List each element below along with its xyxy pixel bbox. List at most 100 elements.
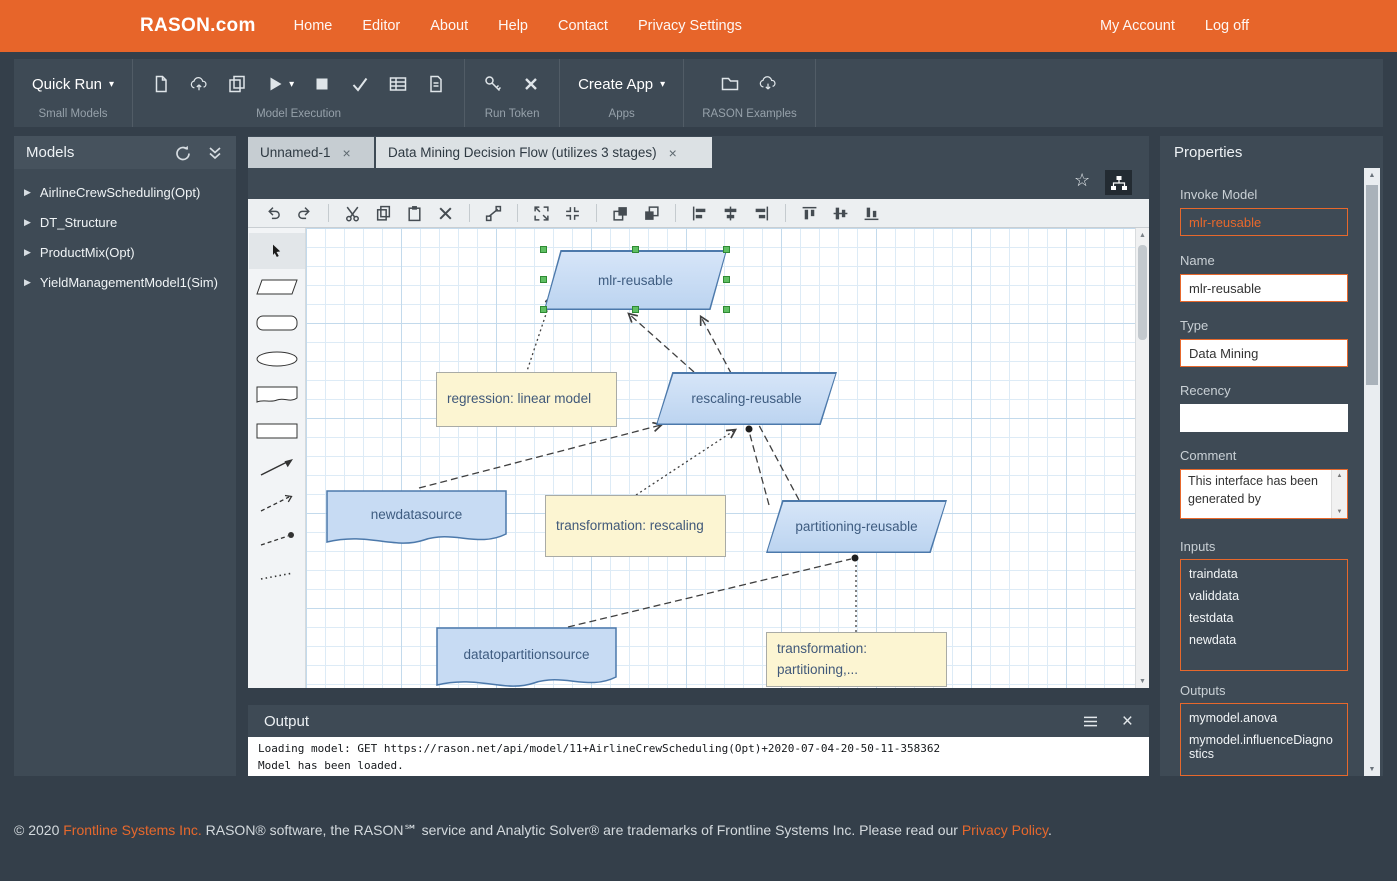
nav-contact[interactable]: Contact (558, 18, 608, 34)
paste-icon[interactable] (406, 205, 423, 222)
inputs-item-traindata[interactable]: traindata (1181, 563, 1347, 585)
tab-unnamed-1[interactable]: Unnamed-1 × (248, 137, 374, 168)
shape-ellipse-tool[interactable] (249, 341, 305, 377)
node-datatopartitionsource[interactable]: datatopartitionsource (436, 627, 617, 688)
inputs-item-validdata[interactable]: validdata (1181, 585, 1347, 607)
invoke-model-field[interactable]: mlr-reusable (1180, 208, 1348, 236)
key-icon[interactable] (483, 74, 503, 94)
model-item-airlinecrewscheduling[interactable]: ▶AirlineCrewScheduling(Opt) (14, 177, 236, 207)
refresh-icon[interactable] (174, 144, 192, 162)
scrollbar-thumb[interactable] (1366, 185, 1378, 385)
align-center-icon[interactable] (722, 205, 739, 222)
align-left-icon[interactable] (691, 205, 708, 222)
collapse-icon[interactable] (564, 205, 581, 222)
cloud-upload-icon[interactable] (189, 74, 209, 94)
scroll-down-icon[interactable]: ▼ (1136, 674, 1149, 688)
footer-company-link[interactable]: Frontline Systems Inc. (63, 822, 202, 838)
tree-expand-icon[interactable]: ▶ (24, 277, 31, 288)
shape-data-tool[interactable] (249, 377, 305, 413)
create-app-button[interactable]: Create App ▾ (578, 76, 665, 93)
node-transformation-rescaling[interactable]: transformation: rescaling (545, 495, 726, 557)
align-bottom-icon[interactable] (863, 205, 880, 222)
inputs-item-newdata[interactable]: newdata (1181, 629, 1347, 651)
name-field[interactable] (1180, 274, 1348, 302)
model-item-dt-structure[interactable]: ▶DT_Structure (14, 207, 236, 237)
tab-data-mining-decision-flow[interactable]: Data Mining Decision Flow (utilizes 3 st… (376, 137, 712, 168)
connector-dashed-tool[interactable] (249, 485, 305, 521)
align-right-icon[interactable] (753, 205, 770, 222)
comment-scrollbar[interactable]: ▲ ▼ (1331, 470, 1347, 518)
cloud-examples-icon[interactable] (758, 74, 778, 94)
tree-expand-icon[interactable]: ▶ (24, 247, 31, 258)
selection-handle[interactable] (540, 246, 547, 253)
model-item-yieldmanagement[interactable]: ▶YieldManagementModel1(Sim) (14, 267, 236, 297)
copy-icon[interactable] (375, 205, 392, 222)
nav-about[interactable]: About (430, 18, 468, 34)
stop-icon[interactable] (312, 74, 332, 94)
close-tab-icon[interactable]: × (669, 145, 677, 161)
quick-run-button[interactable]: Quick Run ▾ (32, 76, 114, 93)
comment-field[interactable]: This interface has been generated by ▲ ▼ (1180, 469, 1348, 519)
flow-view-button[interactable] (1105, 170, 1132, 195)
check-icon[interactable] (350, 74, 370, 94)
undo-icon[interactable] (265, 205, 282, 222)
selection-handle[interactable] (632, 246, 639, 253)
close-tab-icon[interactable]: × (343, 145, 351, 161)
align-middle-icon[interactable] (832, 205, 849, 222)
output-close-icon[interactable]: × (1122, 712, 1133, 731)
selection-handle[interactable] (723, 276, 730, 283)
node-mlr-reusable[interactable]: mlr-reusable (544, 250, 727, 310)
clear-token-icon[interactable] (521, 74, 541, 94)
diagram-canvas[interactable]: mlr-reusable regression: linear model re… (306, 228, 1135, 688)
selection-handle[interactable] (723, 306, 730, 313)
properties-scrollbar[interactable]: ▲ ▼ (1364, 168, 1380, 776)
redo-icon[interactable] (296, 205, 313, 222)
nav-editor[interactable]: Editor (362, 18, 400, 34)
inputs-item-testdata[interactable]: testdata (1181, 607, 1347, 629)
connector-solid-tool[interactable] (249, 449, 305, 485)
run-icon[interactable] (265, 74, 285, 94)
cut-icon[interactable] (344, 205, 361, 222)
node-rescaling-reusable[interactable]: rescaling-reusable (656, 372, 837, 425)
node-transformation-partitioning[interactable]: transformation: partitioning,... (766, 632, 947, 687)
delete-icon[interactable] (437, 205, 454, 222)
selection-handle[interactable] (723, 246, 730, 253)
canvas-scrollbar[interactable]: ▲ ▼ (1135, 228, 1149, 688)
outputs-item-influence-diagnostics[interactable]: mymodel.influenceDiagnostics (1181, 729, 1347, 765)
shape-parallelogram-tool[interactable] (249, 269, 305, 305)
bring-front-icon[interactable] (612, 205, 629, 222)
selection-handle[interactable] (540, 276, 547, 283)
model-item-productmix[interactable]: ▶ProductMix(Opt) (14, 237, 236, 267)
tree-expand-icon[interactable]: ▶ (24, 187, 31, 198)
star-icon[interactable]: ☆ (1074, 171, 1090, 189)
run-options-caret-icon[interactable]: ▾ (289, 79, 294, 90)
connector-route-icon[interactable] (485, 205, 502, 222)
file-text-icon[interactable] (426, 74, 446, 94)
recency-field[interactable] (1180, 404, 1348, 432)
connector-dot-tool[interactable] (249, 521, 305, 557)
outputs-item-anova[interactable]: mymodel.anova (1181, 707, 1347, 729)
shape-rect-tool[interactable] (249, 413, 305, 449)
type-field[interactable] (1180, 339, 1348, 367)
pointer-tool[interactable] (249, 233, 305, 269)
nav-my-account[interactable]: My Account (1100, 18, 1175, 34)
scroll-down-icon[interactable]: ▼ (1332, 506, 1347, 518)
nav-log-off[interactable]: Log off (1205, 18, 1249, 34)
scroll-down-icon[interactable]: ▼ (1364, 762, 1380, 776)
results-table-icon[interactable] (388, 74, 408, 94)
new-file-icon[interactable] (151, 74, 171, 94)
nav-privacy-settings[interactable]: Privacy Settings (638, 18, 742, 34)
tree-expand-icon[interactable]: ▶ (24, 217, 31, 228)
align-top-icon[interactable] (801, 205, 818, 222)
scrollbar-thumb[interactable] (1138, 245, 1147, 340)
collapse-all-icon[interactable] (206, 144, 224, 162)
connector-dotted-tool[interactable] (249, 557, 305, 593)
node-newdatasource[interactable]: newdatasource (326, 490, 507, 552)
brand-logo[interactable]: RASON.com (140, 15, 256, 37)
duplicate-icon[interactable] (227, 74, 247, 94)
selection-handle[interactable] (540, 306, 547, 313)
scroll-up-icon[interactable]: ▲ (1136, 228, 1149, 242)
nav-help[interactable]: Help (498, 18, 528, 34)
folder-open-icon[interactable] (720, 74, 740, 94)
shape-rounded-rect-tool[interactable] (249, 305, 305, 341)
